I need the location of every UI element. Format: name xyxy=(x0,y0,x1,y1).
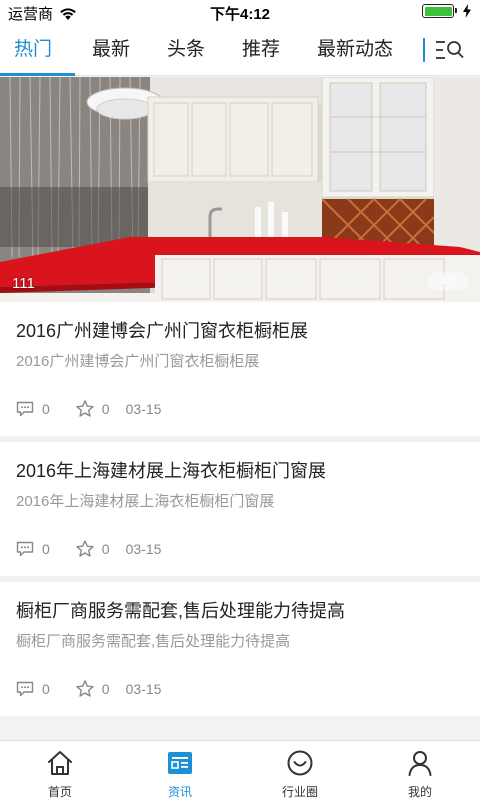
charging-icon xyxy=(463,4,471,18)
article-summary: 2016广州建博会广州门窗衣柜橱柜展 xyxy=(16,353,260,370)
comment-count-value: 0 xyxy=(42,400,50,417)
article-item[interactable]: 2016广州建博会广州门窗衣柜橱柜展 2016广州建博会广州门窗衣柜橱柜展 0 … xyxy=(0,302,480,436)
favorite-count: 0 xyxy=(76,540,110,557)
nav-profile-label: 我的 xyxy=(407,785,432,799)
article-title: 橱柜厂商服务需配套,售后处理能力待提高 xyxy=(16,601,345,621)
tab-headlines[interactable]: 头条 xyxy=(167,24,205,76)
bottom-nav: 首页 资讯 行业圈 我的 xyxy=(0,740,480,800)
tab-active-indicator xyxy=(0,73,75,76)
comment-icon xyxy=(16,401,34,416)
banner-pager: 1/3 xyxy=(428,272,468,290)
star-icon xyxy=(76,540,94,557)
comment-count: 0 xyxy=(16,681,50,697)
home-icon xyxy=(48,751,72,775)
category-menu-icon[interactable] xyxy=(436,38,466,62)
status-bar: 运营商 下午4:12 xyxy=(0,0,480,24)
news-icon xyxy=(168,752,192,774)
article-title: 2016年上海建材展上海衣柜橱柜门窗展 xyxy=(16,461,327,481)
tab-hot[interactable]: 热门 xyxy=(14,24,52,76)
circle-smile-icon xyxy=(287,750,313,776)
nav-news-label: 资讯 xyxy=(167,785,192,799)
person-icon xyxy=(408,751,432,776)
nav-industry-circle-label: 行业圈 xyxy=(281,785,318,799)
nav-profile[interactable]: 我的 xyxy=(360,741,480,800)
nav-news[interactable]: 资讯 xyxy=(120,741,240,800)
comment-count-value: 0 xyxy=(42,680,50,697)
favorite-count-value: 0 xyxy=(101,680,110,697)
article-date: 03-15 xyxy=(125,680,162,697)
status-right xyxy=(422,4,472,18)
nav-home-label: 首页 xyxy=(47,785,72,799)
article-list: 2016广州建博会广州门窗衣柜橱柜展 2016广州建博会广州门窗衣柜橱柜展 0 … xyxy=(0,302,480,722)
comment-icon xyxy=(16,541,34,556)
nav-industry-circle[interactable]: 行业圈 xyxy=(240,741,360,800)
status-time: 下午4:12 xyxy=(209,6,271,23)
banner-caption: 111 xyxy=(12,275,35,292)
comment-count: 0 xyxy=(16,401,50,417)
tab-recommended[interactable]: 推荐 xyxy=(242,24,280,76)
article-date: 03-15 xyxy=(125,400,162,417)
star-icon xyxy=(76,400,94,417)
favorite-count: 0 xyxy=(76,400,110,417)
favorite-count-value: 0 xyxy=(101,400,110,417)
featured-banner[interactable]: 111 1/3 xyxy=(0,77,480,302)
article-item[interactable]: 2016年上海建材展上海衣柜橱柜门窗展 2016年上海建材展上海衣柜橱柜门窗展 … xyxy=(0,442,480,576)
tab-divider xyxy=(423,38,425,62)
kitchen-photo xyxy=(0,77,480,302)
article-title: 2016广州建博会广州门窗衣柜橱柜展 xyxy=(16,321,309,341)
comment-count-value: 0 xyxy=(42,540,50,557)
nav-home[interactable]: 首页 xyxy=(0,741,120,800)
tab-latest[interactable]: 最新 xyxy=(92,24,130,76)
article-meta: 0 0 03-15 xyxy=(16,540,161,557)
favorite-count: 0 xyxy=(76,680,110,697)
category-tabbar: 热门 最新 头条 推荐 最新动态 xyxy=(0,24,480,76)
article-date: 03-15 xyxy=(125,540,162,557)
article-summary: 橱柜厂商服务需配套,售后处理能力待提高 xyxy=(16,633,291,650)
comment-count: 0 xyxy=(16,541,50,557)
article-item[interactable]: 橱柜厂商服务需配套,售后处理能力待提高 橱柜厂商服务需配套,售后处理能力待提高 … xyxy=(0,582,480,716)
article-meta: 0 0 03-15 xyxy=(16,680,161,697)
article-summary: 2016年上海建材展上海衣柜橱柜门窗展 xyxy=(16,493,275,510)
star-icon xyxy=(76,680,94,697)
tab-latest-news[interactable]: 最新动态 xyxy=(317,24,393,76)
article-meta: 0 0 03-15 xyxy=(16,400,161,417)
battery-icon xyxy=(422,4,457,18)
favorite-count-value: 0 xyxy=(101,540,110,557)
comment-icon xyxy=(16,681,34,696)
